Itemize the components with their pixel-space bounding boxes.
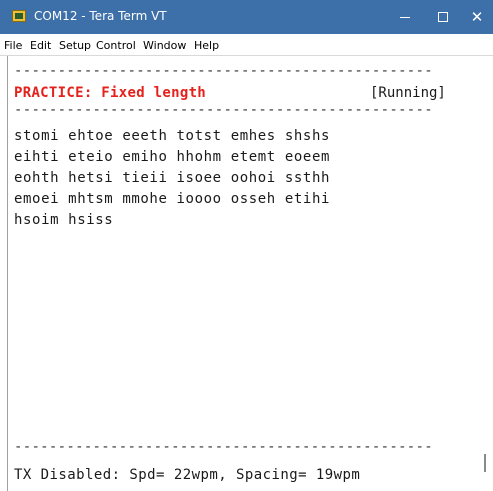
terminal-area[interactable]: ----------------------------------------… [7,56,473,491]
menu-file[interactable]: File [4,39,22,52]
status-running: [Running] [370,85,446,101]
practice-line: eohth hetsi tieii isoee oohoi ssthh [14,170,331,186]
menu-edit[interactable]: Edit [30,39,51,52]
practice-line: eihti eteio emiho hhohm etemt eoeem [14,149,331,165]
practice-heading: PRACTICE: Fixed length [14,85,207,101]
close-icon: ✕ [470,8,484,26]
divider-bottom: ----------------------------------------… [14,439,433,455]
tera-term-window: COM12 - Tera Term VT ✕ File Edit Setup C… [0,0,493,491]
window-title: COM12 - Tera Term VT [34,9,167,23]
minimize-icon [400,16,410,18]
menu-window[interactable]: Window [143,39,186,52]
tx-status-footer: TX Disabled: Spd= 22wpm, Spacing= 19wpm [14,467,361,483]
scrollbar-thumb[interactable] [484,454,486,472]
menu-setup[interactable]: Setup [59,39,91,52]
divider-top: ----------------------------------------… [14,63,433,79]
practice-line: hsoim hsiss [14,212,114,228]
close-button[interactable]: ✕ [455,0,493,34]
practice-line: stomi ehtoe eeeth totst emhes shshs [14,128,331,144]
menu-bar: File Edit Setup Control Window Help [0,34,493,56]
practice-line: emoei mhtsm mmohe ioooo osseh etihi [14,191,331,207]
title-bar[interactable]: COM12 - Tera Term VT ✕ [0,0,493,34]
maximize-icon [438,12,448,22]
menu-help[interactable]: Help [194,39,219,52]
tera-term-app-icon[interactable] [12,10,26,22]
divider-mid: ----------------------------------------… [14,102,433,118]
vertical-scrollbar[interactable] [473,56,493,491]
practice-text: stomi ehtoe eeeth totst emhes shshs eiht… [14,126,330,231]
menu-control[interactable]: Control [96,39,136,52]
